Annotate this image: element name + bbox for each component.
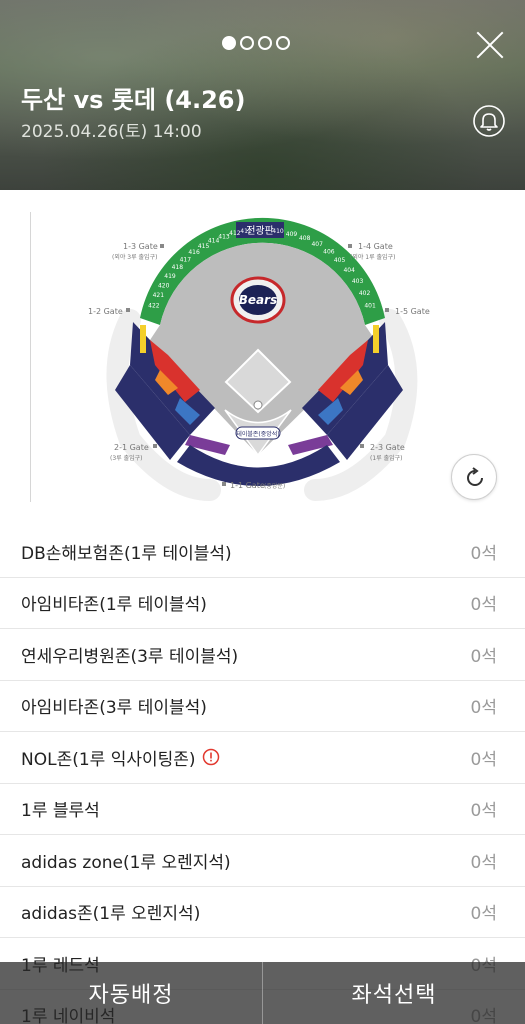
seat-grade-name: 1루 블루석 [21, 796, 100, 821]
page-dot-4 [276, 36, 290, 50]
seat-count: 0석 [470, 852, 497, 873]
outfield-section-412[interactable]: 412 [229, 230, 241, 237]
page-dot-2 [240, 36, 254, 50]
seat-count: 0석 [470, 543, 497, 564]
seat-grade-name: 아임비타존(1루 테이블석) [21, 590, 207, 615]
game-title: 두산 vs 롯데 (4.26) [21, 86, 246, 114]
outfield-section-418[interactable]: 418 [172, 264, 184, 271]
seat-grade-row[interactable]: 아임비타존(3루 테이블석) 0석 [0, 681, 525, 732]
outfield-section-420[interactable]: 420 [158, 282, 170, 289]
outfield-section-417[interactable]: 417 [180, 256, 192, 263]
seat-grade-row[interactable]: adidas존(1루 오렌지석) 0석 [0, 887, 525, 938]
seat-count: 0석 [470, 646, 497, 667]
seat-grade-list: DB손해보험존(1루 테이블석) 0석 아임비타존(1루 테이블석) 0석 연세우리병원… [0, 526, 525, 1024]
action-bar: 자동배정 좌석선택 [0, 962, 525, 1024]
seat-grade-name: 연세우리병원존(3루 테이블석) [21, 642, 238, 667]
outfield-section-421[interactable]: 421 [153, 292, 165, 299]
seat-grade-name: NOL존(1루 익사이팅존) [21, 745, 220, 770]
svg-text:(1루 출입구): (1루 출입구) [370, 454, 403, 462]
svg-text:1-5 Gate: 1-5 Gate [395, 307, 430, 316]
seat-grade-label: NOL존(1루 익사이팅존) [21, 749, 196, 770]
outfield-section-407[interactable]: 407 [311, 241, 323, 248]
outfield-section-408[interactable]: 408 [299, 235, 311, 242]
close-icon[interactable] [475, 30, 505, 60]
outfield-section-406[interactable]: 406 [323, 248, 335, 255]
svg-text:(외야 3루 출입구): (외야 3루 출입구) [112, 253, 157, 261]
page-indicator [222, 36, 290, 50]
svg-text:1-1 Gate: 1-1 Gate [230, 481, 265, 490]
svg-text:2-1 Gate: 2-1 Gate [114, 443, 149, 452]
seat-grade-row[interactable]: 아임비타존(1루 테이블석) 0석 [0, 578, 525, 629]
svg-text:Bears: Bears [239, 293, 277, 307]
seat-grade-label: adidas zone(1루 오렌지석) [21, 852, 231, 873]
outfield-section-403[interactable]: 403 [352, 278, 364, 285]
outfield-section-404[interactable]: 404 [343, 267, 355, 274]
seat-count: 0석 [470, 904, 497, 925]
seat-grade-label: 1루 블루석 [21, 801, 100, 822]
seat-grade-row[interactable]: 연세우리병원존(3루 테이블석) 0석 [0, 629, 525, 681]
svg-text:1-3 Gate: 1-3 Gate [123, 242, 158, 251]
outfield-section-401[interactable]: 401 [364, 303, 376, 310]
svg-text:(외야 1루 출입구): (외야 1루 출입구) [350, 253, 395, 261]
outfield-section-413[interactable]: 413 [218, 233, 230, 240]
svg-text:1-2 Gate: 1-2 Gate [88, 307, 123, 316]
svg-text:2-3 Gate: 2-3 Gate [370, 443, 405, 452]
svg-text:1-4 Gate: 1-4 Gate [358, 242, 393, 251]
seat-grade-row[interactable]: DB손해보험존(1루 테이블석) 0석 [0, 526, 525, 578]
stadium-seat-map[interactable]: 전광판 Bears 테이블존(중앙석) 1-3 Gate (외야 3루 출입구)… [0, 190, 525, 520]
page-dot-3 [258, 36, 272, 50]
outfield-section-409[interactable]: 409 [286, 231, 298, 238]
outfield-section-416[interactable]: 416 [188, 249, 200, 256]
bears-logo-icon: Bears [230, 276, 286, 324]
page-dot-1 [222, 36, 236, 50]
seat-grade-row[interactable]: 1루 블루석 0석 [0, 784, 525, 835]
svg-text:(3루 출입구): (3루 출입구) [110, 454, 143, 462]
select-seat-button[interactable]: 좌석선택 [262, 962, 525, 1024]
reset-map-button[interactable] [451, 454, 497, 500]
seat-grade-label: 아임비타존(1루 테이블석) [21, 595, 207, 616]
seat-count: 0석 [470, 595, 497, 616]
seat-count: 0석 [470, 801, 497, 822]
refresh-icon [467, 467, 483, 486]
seat-grade-label: 연세우리병원존(3루 테이블석) [21, 646, 239, 667]
seat-grade-name: adidas존(1루 오렌지석) [21, 899, 200, 924]
outfield-section-410[interactable]: 410 [272, 228, 284, 235]
auto-assign-button[interactable]: 자동배정 [0, 962, 262, 1024]
seat-grade-row[interactable]: adidas zone(1루 오렌지석) 0석 [0, 835, 525, 887]
notification-bell-icon[interactable] [471, 103, 507, 139]
warning-info-icon[interactable] [202, 748, 220, 766]
seat-grade-label: 아임비타존(3루 테이블석) [21, 698, 207, 719]
seat-grade-label: adidas존(1루 오렌지석) [21, 904, 201, 925]
outfield-section-402[interactable]: 402 [359, 290, 371, 297]
seat-grade-name: adidas zone(1루 오렌지석) [21, 848, 231, 873]
svg-text:(중앙문): (중앙문) [264, 482, 285, 490]
outfield-section-405[interactable]: 405 [334, 257, 346, 264]
outfield-section-419[interactable]: 419 [164, 273, 176, 280]
game-datetime: 2025.04.26(토) 14:00 [21, 122, 202, 142]
seat-grade-row[interactable]: NOL존(1루 익사이팅존) 0석 [0, 732, 525, 784]
seat-grade-name: 아임비타존(3루 테이블석) [21, 693, 207, 718]
seat-grade-name: DB손해보험존(1루 테이블석) [21, 539, 232, 564]
outfield-section-422[interactable]: 422 [148, 303, 160, 310]
outfield-section-411[interactable]: 411 [240, 228, 252, 235]
seat-count: 0석 [470, 698, 497, 719]
event-header: 두산 vs 롯데 (4.26) 2025.04.26(토) 14:00 [0, 0, 525, 190]
seat-grade-label: DB손해보험존(1루 테이블석) [21, 543, 232, 564]
seat-count: 0석 [470, 749, 497, 770]
home-zone-label: 테이블존(중앙석) [236, 430, 279, 438]
stadium-map-panel: 전광판 Bears 테이블존(중앙석) 1-3 Gate (외야 3루 출입구)… [0, 190, 525, 520]
